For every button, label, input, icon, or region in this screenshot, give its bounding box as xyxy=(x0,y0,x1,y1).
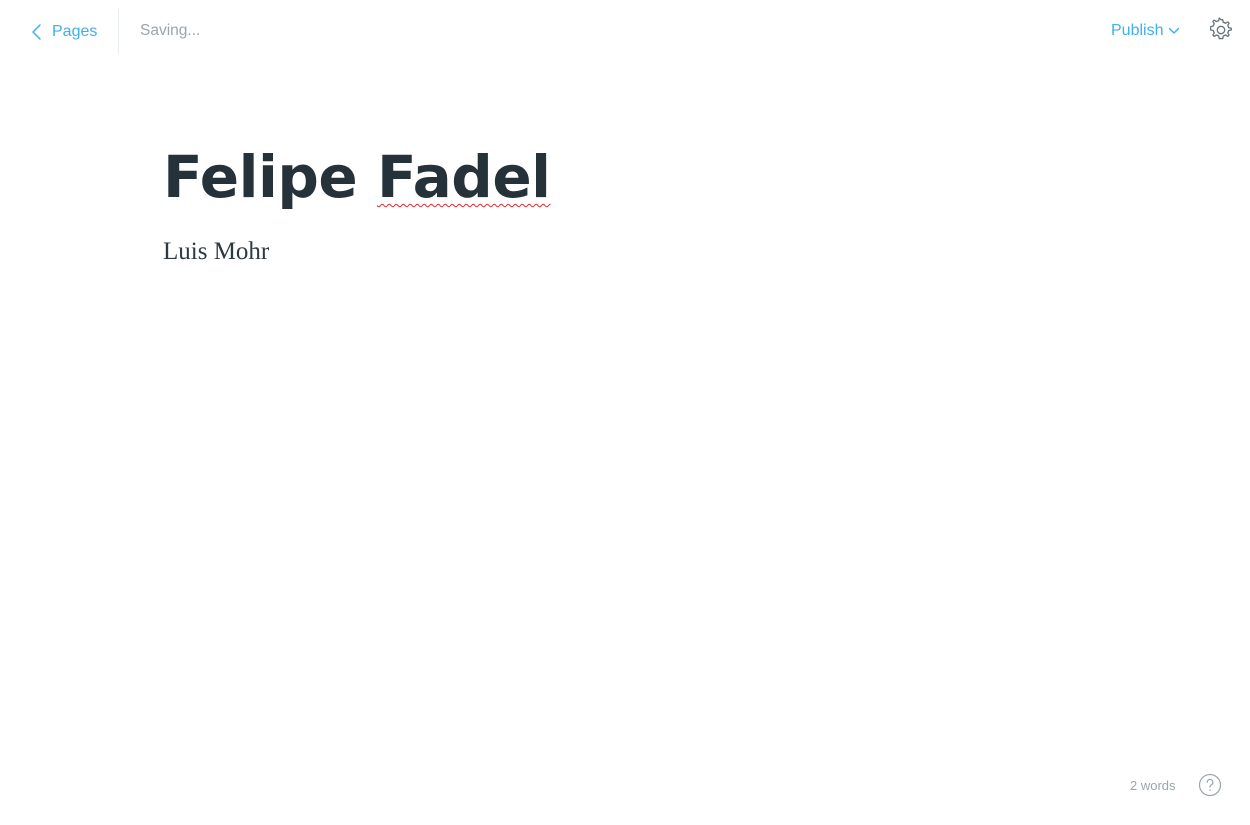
question-circle-icon[interactable] xyxy=(1198,773,1222,797)
post-editor[interactable]: Felipe Fadel Luis Mohr xyxy=(163,138,1083,270)
back-to-pages-link[interactable]: Pages xyxy=(30,20,97,44)
title-word: Felipe xyxy=(163,143,358,211)
chevron-left-icon xyxy=(32,24,41,40)
chevron-down-icon xyxy=(1169,27,1180,34)
header-divider xyxy=(118,9,119,54)
publish-label: Publish xyxy=(1111,22,1164,39)
editor-page: Pages Saving... Publish Felipe Fadel Lui… xyxy=(0,0,1250,825)
publish-button[interactable]: Publish xyxy=(1111,20,1180,42)
post-title[interactable]: Felipe Fadel xyxy=(163,138,1083,216)
word-count: 2 words xyxy=(1130,778,1176,793)
post-body[interactable]: Luis Mohr xyxy=(163,234,1083,270)
gear-icon[interactable] xyxy=(1208,17,1234,43)
title-word-misspelled: Fadel xyxy=(376,143,551,211)
top-bar: Pages Saving... Publish xyxy=(0,0,1250,62)
save-status: Saving... xyxy=(140,22,201,39)
back-link-label: Pages xyxy=(52,23,98,40)
